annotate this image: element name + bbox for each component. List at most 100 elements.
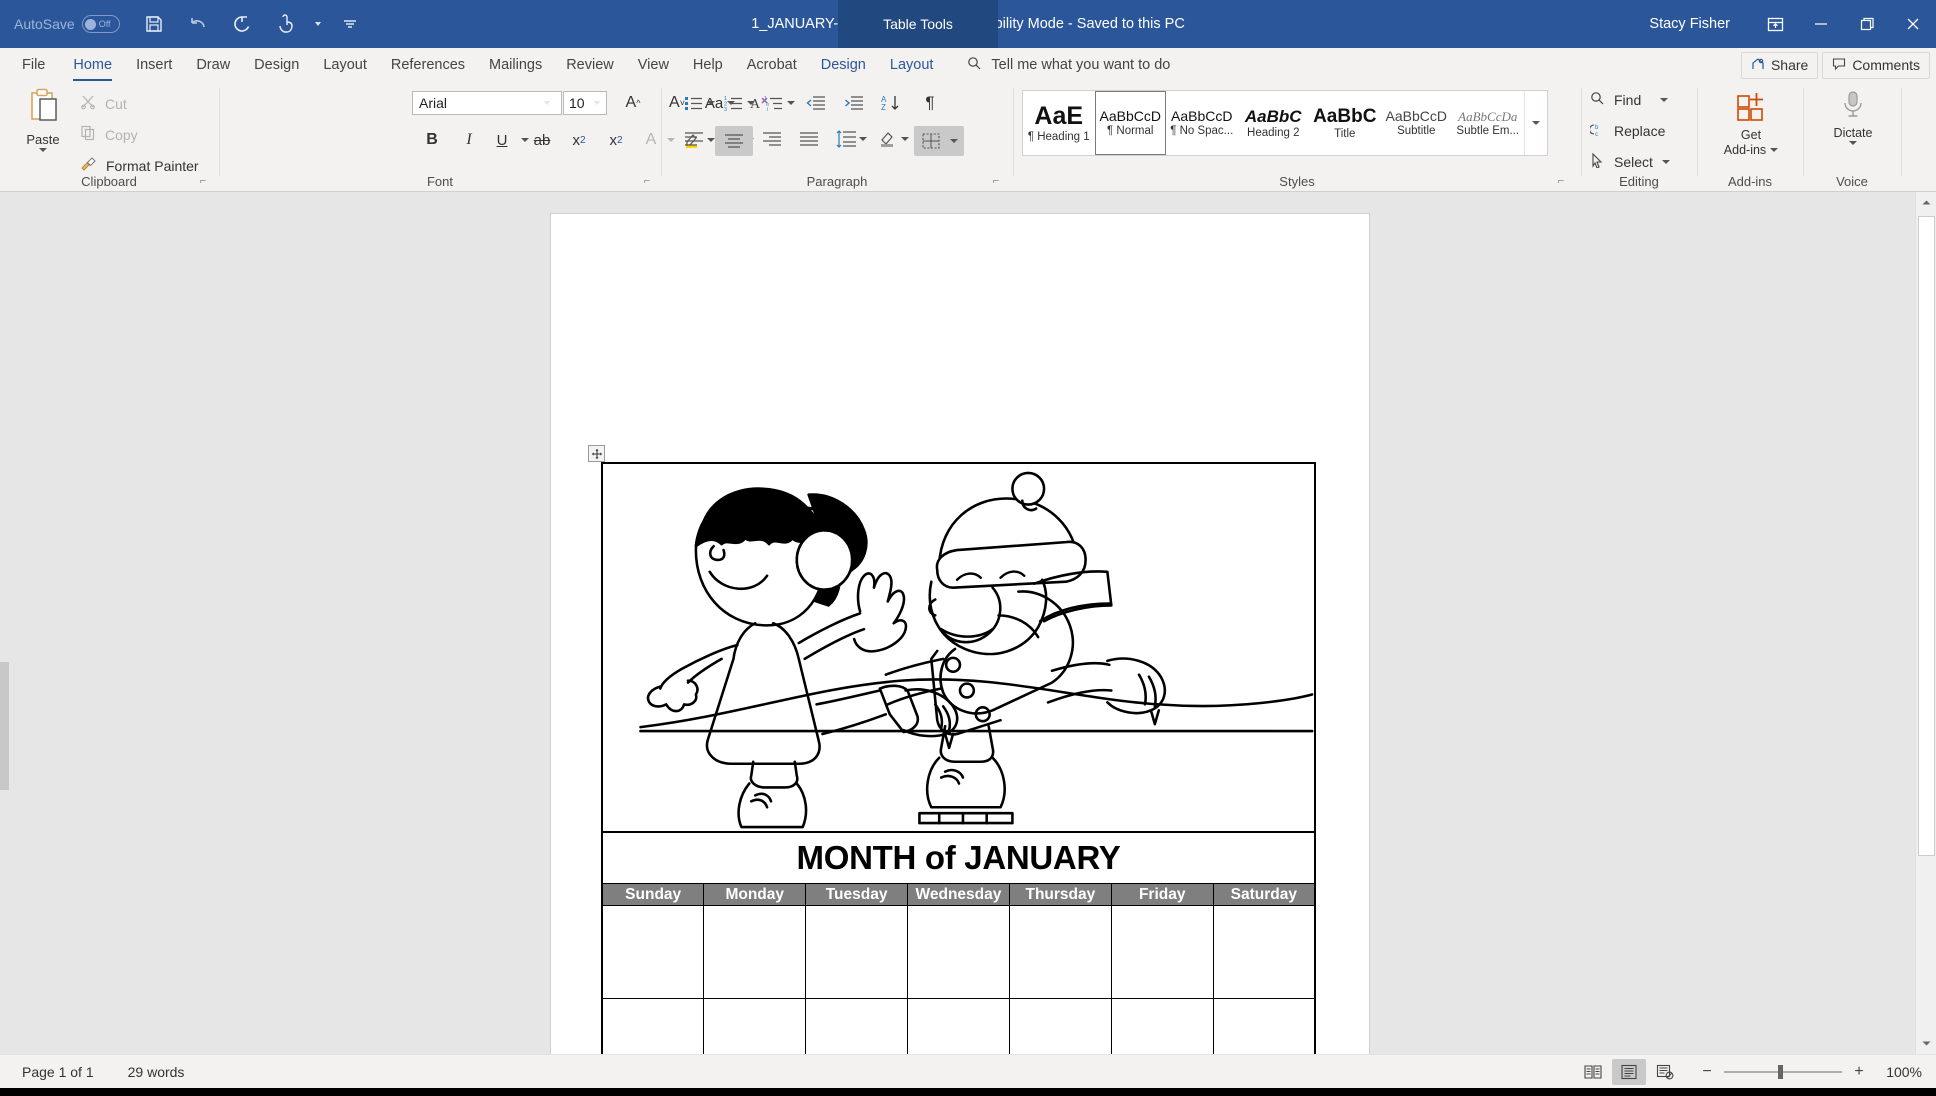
italic-icon[interactable]: I xyxy=(455,127,483,153)
paragraph-dialog-launcher[interactable]: ⌐ xyxy=(989,174,1003,188)
cut-button[interactable]: Cut xyxy=(80,94,127,113)
restore-icon[interactable] xyxy=(1844,0,1890,48)
document-canvas[interactable]: MONTH of JANUARY Sunday Monday Tuesday W… xyxy=(0,192,1936,1054)
zoom-level[interactable]: 100% xyxy=(1880,1064,1922,1080)
touch-mode-icon[interactable] xyxy=(266,6,306,42)
tell-me-search[interactable]: Tell me what you want to do xyxy=(945,48,1170,82)
table-move-handle[interactable] xyxy=(588,445,605,462)
font-name-value[interactable] xyxy=(413,92,535,114)
format-painter-button[interactable]: Format Painter xyxy=(80,156,199,175)
style-subtle-emphasis[interactable]: AaBbCcDa Subtle Em... xyxy=(1452,91,1524,155)
zoom-out-button[interactable]: − xyxy=(1700,1063,1714,1081)
day-cell[interactable] xyxy=(805,998,908,1054)
day-cell[interactable] xyxy=(1212,905,1316,999)
tab-insert[interactable]: Insert xyxy=(124,48,184,82)
day-cell[interactable] xyxy=(907,905,1010,999)
subscript-icon[interactable]: x2 xyxy=(565,127,593,153)
day-header-wednesday[interactable]: Wednesday xyxy=(907,883,1010,906)
minimize-icon[interactable] xyxy=(1798,0,1844,48)
scroll-down-icon[interactable] xyxy=(1916,1033,1936,1054)
print-layout-icon[interactable] xyxy=(1612,1059,1646,1085)
day-cell[interactable] xyxy=(907,998,1010,1054)
tab-table-design[interactable]: Design xyxy=(809,48,878,82)
decrease-indent-icon[interactable] xyxy=(802,90,830,116)
day-cell[interactable] xyxy=(1008,905,1112,999)
replace-button[interactable]: bc Replace xyxy=(1588,122,1665,140)
day-cell[interactable] xyxy=(601,905,705,999)
styles-more-chevron-down-icon[interactable] xyxy=(1523,91,1548,155)
find-button[interactable]: Find xyxy=(1590,91,1669,109)
ribbon-display-options-icon[interactable] xyxy=(1752,0,1798,48)
scroll-up-icon[interactable] xyxy=(1916,192,1936,213)
web-layout-icon[interactable] xyxy=(1648,1059,1682,1085)
tab-acrobat[interactable]: Acrobat xyxy=(735,48,809,82)
copy-button[interactable]: Copy xyxy=(80,125,138,144)
show-formatting-marks-icon[interactable]: ¶ xyxy=(916,90,944,116)
select-chevron-down-icon[interactable] xyxy=(1661,160,1670,164)
tab-mailings[interactable]: Mailings xyxy=(477,48,554,82)
calendar-table[interactable]: MONTH of JANUARY Sunday Monday Tuesday W… xyxy=(601,462,1316,1054)
user-account-name[interactable]: Stacy Fisher xyxy=(1649,16,1730,32)
day-cell[interactable] xyxy=(1110,905,1214,999)
day-header-thursday[interactable]: Thursday xyxy=(1008,883,1112,906)
page-indicator[interactable]: Page 1 of 1 xyxy=(22,1064,94,1080)
font-size-input[interactable] xyxy=(563,91,607,115)
style-heading-1[interactable]: AaE ¶ Heading 1 xyxy=(1023,91,1095,155)
dictate-chevron-down-icon[interactable] xyxy=(1849,141,1857,145)
shading-chevron-down-icon[interactable] xyxy=(898,126,912,152)
paste-button[interactable]: Paste xyxy=(14,88,72,152)
zoom-thumb[interactable] xyxy=(1778,1065,1783,1079)
day-cell[interactable] xyxy=(1110,998,1214,1054)
word-count[interactable]: 29 words xyxy=(128,1064,185,1080)
day-header-tuesday[interactable]: Tuesday xyxy=(805,883,908,906)
day-cell[interactable] xyxy=(703,905,807,999)
tab-help[interactable]: Help xyxy=(681,48,735,82)
addins-chevron-down-icon[interactable] xyxy=(1770,148,1779,152)
autosave-toggle[interactable]: AutoSave Off xyxy=(14,15,120,33)
style-normal[interactable]: AaBbCcD ¶ Normal xyxy=(1094,91,1166,155)
align-center-icon[interactable] xyxy=(715,126,753,156)
tab-review[interactable]: Review xyxy=(554,48,626,82)
tab-layout[interactable]: Layout xyxy=(311,48,379,82)
vertical-scrollbar[interactable] xyxy=(1915,192,1936,1054)
get-addins-button[interactable]: Get Add-ins xyxy=(1716,90,1786,157)
justify-icon[interactable] xyxy=(795,126,823,152)
align-right-icon[interactable] xyxy=(758,126,786,152)
increase-indent-icon[interactable] xyxy=(840,90,868,116)
day-header-sunday[interactable]: Sunday xyxy=(601,883,705,906)
align-left-icon[interactable] xyxy=(680,126,708,152)
borders-icon[interactable] xyxy=(914,126,964,156)
tab-table-layout[interactable]: Layout xyxy=(878,48,946,82)
underline-icon[interactable]: U xyxy=(485,127,519,153)
strikethrough-icon[interactable]: ab xyxy=(528,127,556,153)
zoom-track[interactable] xyxy=(1724,1065,1842,1079)
font-name-chevron-down-icon[interactable] xyxy=(535,92,559,114)
day-cell[interactable] xyxy=(703,998,807,1054)
save-icon[interactable] xyxy=(134,6,174,42)
paste-chevron-down-icon[interactable] xyxy=(39,148,47,152)
zoom-slider[interactable]: − + xyxy=(1700,1063,1866,1081)
day-header-monday[interactable]: Monday xyxy=(703,883,807,906)
comments-button[interactable]: Comments xyxy=(1822,51,1930,79)
clipboard-dialog-launcher[interactable]: ⌐ xyxy=(196,174,210,188)
month-title-cell[interactable]: MONTH of JANUARY xyxy=(602,832,1315,884)
line-spacing-chevron-down-icon[interactable] xyxy=(856,126,870,152)
style-heading-2[interactable]: AaBbC Heading 2 xyxy=(1238,91,1310,155)
illustration-cell[interactable] xyxy=(602,463,1315,833)
style-subtitle[interactable]: AaBbCcD Subtitle xyxy=(1381,91,1453,155)
bullets-chevron-down-icon[interactable] xyxy=(704,90,718,116)
tab-design[interactable]: Design xyxy=(242,48,311,82)
touch-mode-chevron-down-icon[interactable] xyxy=(310,6,326,42)
day-cell[interactable] xyxy=(1008,998,1112,1054)
read-mode-icon[interactable] xyxy=(1576,1059,1610,1085)
grow-font-icon[interactable]: A ^ xyxy=(619,90,647,116)
day-cell[interactable] xyxy=(805,905,908,999)
numbering-chevron-down-icon[interactable] xyxy=(744,90,758,116)
day-header-friday[interactable]: Friday xyxy=(1110,883,1214,906)
font-size-value[interactable] xyxy=(564,92,588,114)
superscript-icon[interactable]: x2 xyxy=(602,127,630,153)
close-icon[interactable] xyxy=(1890,0,1936,48)
undo-icon[interactable] xyxy=(178,6,218,42)
find-chevron-down-icon[interactable] xyxy=(1660,98,1669,102)
tab-home[interactable]: Home xyxy=(61,48,124,82)
